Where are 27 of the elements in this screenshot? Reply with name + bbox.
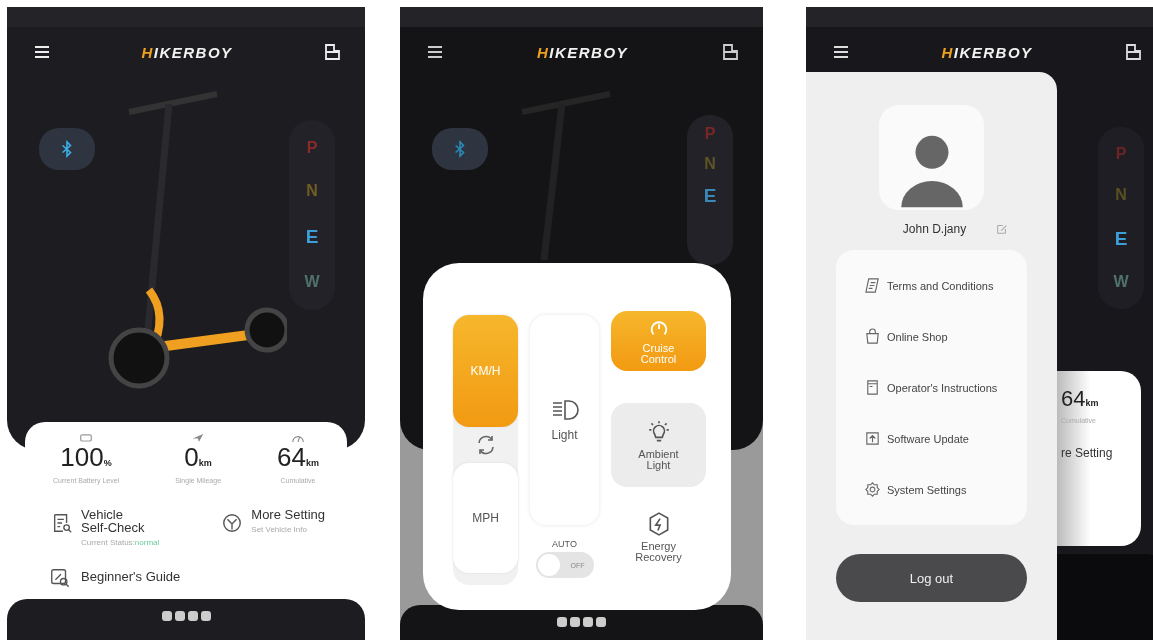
action-subtitle: Set Vehicle Info bbox=[251, 525, 308, 534]
stat-value: 100% bbox=[60, 443, 112, 474]
logout-button[interactable]: Log out bbox=[836, 554, 1027, 602]
action-title[interactable]: Vehicle Self-Check bbox=[81, 508, 151, 534]
user-name: John D.jany bbox=[902, 222, 967, 236]
feature-tile[interactable]: Ambient Light bbox=[611, 403, 706, 487]
action-title[interactable]: More Setting bbox=[251, 508, 325, 521]
brand-logo: HIKERBOY bbox=[941, 43, 1033, 61]
brand-logo: HIKERBOY bbox=[536, 43, 629, 61]
gear-option[interactable]: E bbox=[305, 225, 319, 248]
guide-link[interactable]: Beginner's Guide bbox=[81, 568, 181, 584]
action-subtitle: Current Status:normal bbox=[81, 538, 160, 547]
gear-option[interactable]: E bbox=[1114, 227, 1128, 250]
stat-value: 64km bbox=[277, 443, 319, 474]
menu-item[interactable]: System Settings bbox=[836, 481, 1027, 498]
menu-item[interactable]: Online Shop bbox=[836, 328, 1027, 345]
brand-logo: HIKERBOY bbox=[141, 43, 233, 61]
menu-item[interactable]: Software Update bbox=[836, 430, 1027, 447]
menu-item[interactable]: Operator's Instructions bbox=[836, 379, 1027, 396]
auto-label: AUTO bbox=[552, 539, 577, 549]
unit-toggle[interactable]: MPH bbox=[453, 463, 518, 573]
gear-option[interactable]: E bbox=[703, 185, 717, 207]
light-button[interactable]: Light bbox=[530, 315, 599, 525]
stat-value: 64km bbox=[1061, 385, 1099, 413]
menu-item[interactable]: Terms and Conditions bbox=[836, 277, 1027, 294]
action-title[interactable]: re Setting bbox=[1061, 446, 1113, 460]
stat-value: 0km bbox=[184, 443, 212, 474]
